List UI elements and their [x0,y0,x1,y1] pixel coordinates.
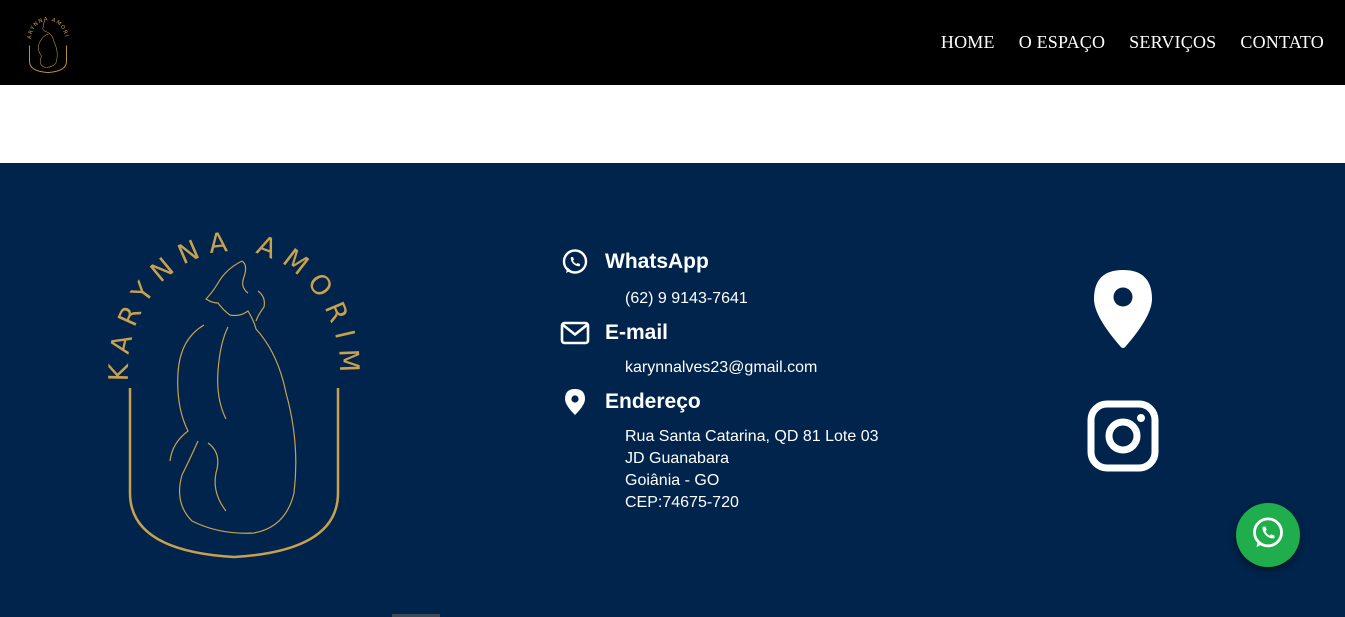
location-pin-icon [560,387,590,417]
brand-logo-small[interactable]: KARYNNA AMORIM [14,10,82,74]
contact-address-lines: Rua Santa Catarina, QD 81 Lote 03 JD Gua… [625,426,879,514]
whatsapp-icon [1250,515,1286,556]
spacer-section [0,85,1345,163]
contact-address-title: Endereço [605,390,701,413]
contact-whatsapp-title: WhatsApp [605,250,709,273]
address-line: Goiânia - GO [625,472,720,489]
contact-email-value[interactable]: karynnalves23@gmail.com [625,357,817,379]
main-nav: HOME O ESPAÇO SERVIÇOS CONTATO [941,0,1324,85]
envelope-icon [560,318,590,348]
nav-contato[interactable]: CONTATO [1240,32,1324,53]
instagram-icon[interactable] [1087,400,1159,472]
contact-whatsapp-value[interactable]: (62) 9 9143-7641 [625,288,748,310]
address-line: Rua Santa Catarina, QD 81 Lote 03 [625,428,879,445]
header: KARYNNA AMORIM HOME O ESPAÇO SERVIÇOS CO… [0,0,1345,85]
nav-o-espaco[interactable]: O ESPAÇO [1019,32,1105,53]
svg-text:KARYNNA AMORIM: KARYNNA AMORIM [108,226,360,382]
address-line: JD Guanabara [625,450,730,467]
footer: KARYNNA AMORIM WhatsApp (62) 9 9143-7641 [0,163,1345,617]
whatsapp-icon [560,247,590,277]
nav-home[interactable]: HOME [941,32,995,53]
floating-whatsapp-button[interactable] [1236,503,1300,567]
contact-whatsapp-row: WhatsApp [560,247,709,277]
nav-servicos[interactable]: SERVIÇOS [1129,32,1216,53]
address-line: CEP:74675-720 [625,494,739,511]
contact-address-row: Endereço [560,387,701,417]
brand-logo-large: KARYNNA AMORIM [108,226,360,559]
contact-email-row: E-mail [560,318,668,348]
contact-email-title: E-mail [605,321,669,344]
location-pin-icon[interactable] [1092,268,1154,350]
